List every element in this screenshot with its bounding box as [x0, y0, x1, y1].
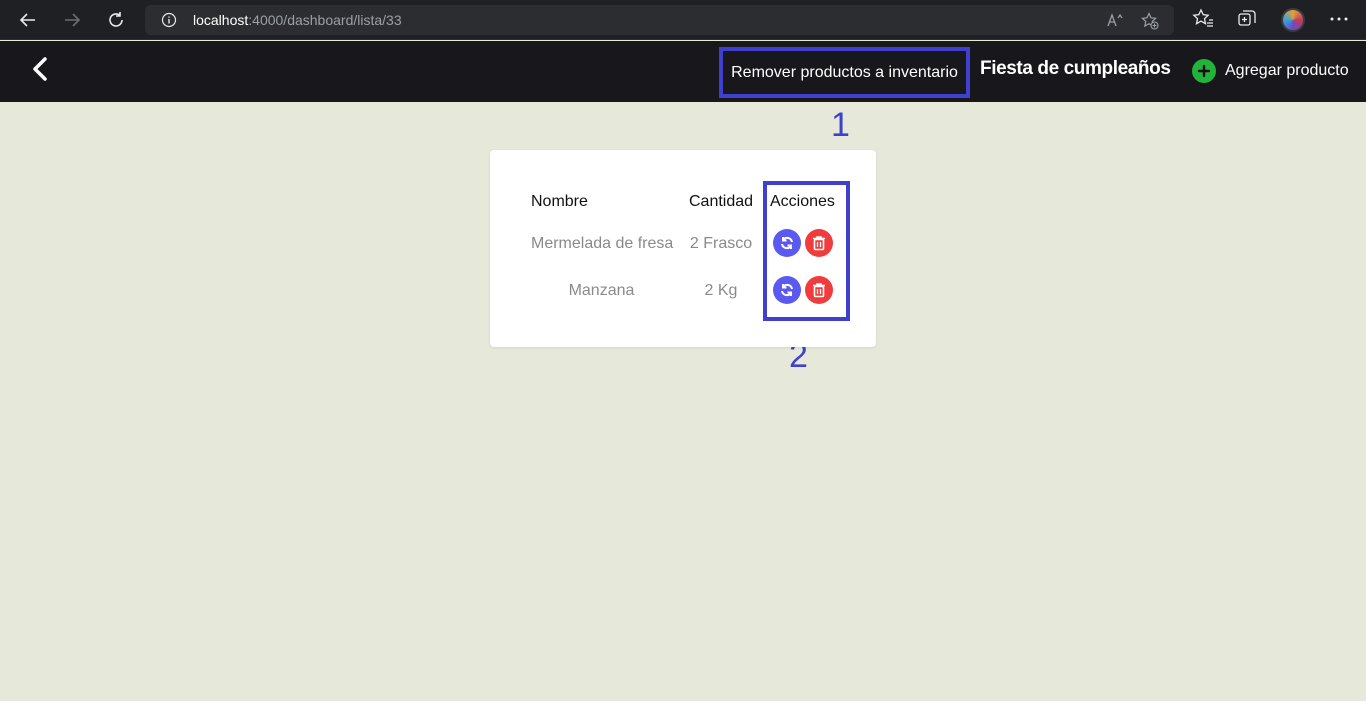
profile-avatar[interactable]: [1281, 8, 1305, 32]
info-icon[interactable]: [161, 12, 177, 28]
chevron-left-icon: [33, 57, 47, 81]
reload-icon: [109, 12, 123, 27]
browser-back-button[interactable]: [14, 6, 42, 34]
row-1-qty: 2 Frasco: [689, 235, 753, 252]
trash-icon: [813, 236, 825, 251]
row-2-name: Manzana: [568, 282, 635, 299]
row-2-delete-button[interactable]: [805, 276, 833, 304]
favorites-icon[interactable]: [1192, 8, 1214, 30]
url-text: localhost:4000/dashboard/lista/33: [193, 12, 402, 28]
remove-products-link[interactable]: Remover productos a inventario: [719, 47, 970, 98]
row-1-delete-button[interactable]: [805, 229, 833, 257]
back-button[interactable]: [28, 54, 52, 84]
trash-icon: [813, 283, 825, 298]
refresh-icon: [781, 283, 793, 297]
header-cantidad: Cantidad: [689, 193, 754, 210]
products-card: Nombre Cantidad Acciones Mermelada de fr…: [490, 150, 876, 347]
arrow-left-icon: [19, 13, 35, 27]
browser-forward-button[interactable]: [58, 6, 86, 34]
add-product-button[interactable]: Agregar producto: [1192, 58, 1349, 84]
more-options-icon[interactable]: [1328, 8, 1350, 30]
browser-toolbar: localhost:4000/dashboard/lista/33: [0, 0, 1366, 40]
browser-reload-button[interactable]: [102, 6, 130, 34]
row-1-update-button[interactable]: [773, 229, 801, 257]
url-path: :4000/dashboard/lista/33: [248, 12, 402, 28]
refresh-icon: [781, 236, 793, 250]
header-nombre: Nombre: [531, 193, 588, 210]
plus-icon: [1192, 59, 1216, 83]
read-aloud-icon[interactable]: [1107, 12, 1125, 28]
add-product-label: Agregar producto: [1225, 62, 1349, 79]
row-2-update-button[interactable]: [773, 276, 801, 304]
collections-icon[interactable]: [1236, 8, 1258, 30]
annotation-number-1: 1: [831, 106, 850, 144]
url-host: localhost: [193, 12, 249, 28]
address-bar[interactable]: localhost:4000/dashboard/lista/33: [145, 5, 1174, 35]
row-1-name: Mermelada de fresa: [531, 235, 674, 252]
app-header: Remover productos a inventario Fiesta de…: [0, 41, 1366, 102]
row-2-qty: 2 Kg: [704, 282, 738, 299]
add-favorite-icon[interactable]: [1141, 12, 1159, 30]
list-title: Fiesta de cumpleaños: [980, 58, 1171, 79]
arrow-right-icon: [65, 13, 81, 27]
